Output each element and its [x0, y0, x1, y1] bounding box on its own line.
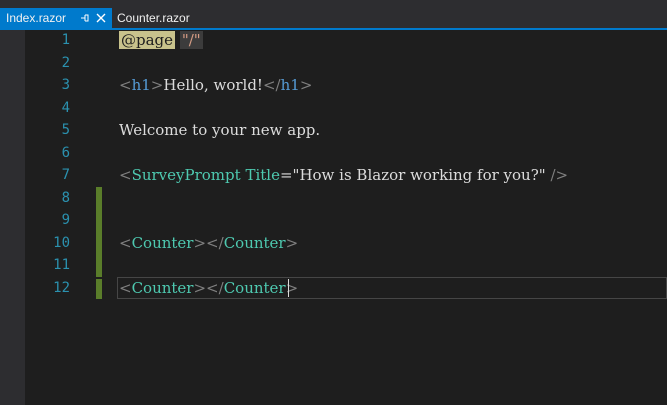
tab-index-razor[interactable]: Index.razor [0, 8, 112, 28]
code-line-5[interactable]: Welcome to your new app. [119, 119, 320, 141]
tab-bar: Index.razor Counter.razor [0, 0, 667, 28]
line-number: 10 [53, 235, 70, 251]
component-name: Counter [223, 234, 286, 252]
attribute-value: "How is Blazor working for you?" [292, 166, 546, 184]
line-number: 7 [61, 167, 70, 183]
change-indicator [96, 279, 102, 299]
line-number: 1 [61, 32, 70, 48]
line-number: 4 [61, 100, 70, 116]
page-directive: @page [119, 31, 176, 49]
html-tag-name: h1 [280, 76, 300, 94]
line-number: 11 [53, 257, 70, 273]
code-line-12[interactable]: <Counter></Counter> [119, 277, 298, 299]
line-number: 5 [61, 122, 70, 138]
code-line-1[interactable]: @page "/" [119, 29, 203, 51]
tab-label: Index.razor [6, 11, 67, 25]
line-number: 8 [61, 190, 70, 206]
paragraph-text: Welcome to your new app. [119, 121, 321, 139]
component-name: Counter [223, 279, 286, 297]
change-indicator [96, 187, 102, 277]
component-name: Counter [131, 279, 194, 297]
html-tag-name: h1 [131, 76, 151, 94]
close-icon[interactable] [96, 13, 106, 23]
pin-icon[interactable] [80, 13, 90, 23]
code-line-10[interactable]: <Counter></Counter> [119, 232, 298, 254]
heading-text: Hello, world! [163, 76, 263, 94]
attribute-name: Title [245, 166, 280, 184]
line-number: 2 [61, 55, 70, 71]
tab-label: Counter.razor [117, 11, 190, 25]
component-name: Counter [131, 234, 194, 252]
code-line-7[interactable]: <SurveyPrompt Title="How is Blazor worki… [119, 164, 568, 186]
line-number: 6 [61, 145, 70, 161]
line-number: 12 [53, 280, 70, 296]
editor-left-margin [0, 30, 25, 405]
component-name: SurveyPrompt [131, 166, 241, 184]
code-line-3[interactable]: <h1>Hello, world!</h1> [119, 74, 312, 96]
route-string: "/" [179, 31, 203, 49]
line-number: 9 [61, 212, 70, 228]
tab-counter-razor[interactable]: Counter.razor [112, 8, 202, 28]
text-caret [288, 279, 289, 297]
line-number: 3 [61, 77, 70, 93]
